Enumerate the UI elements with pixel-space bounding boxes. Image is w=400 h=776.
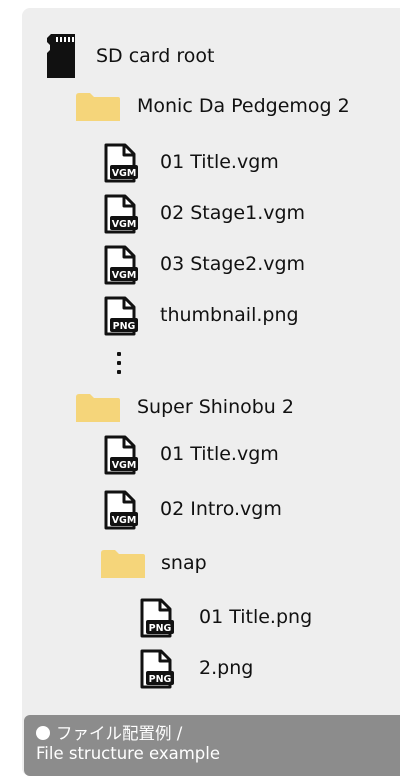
tree-item-folder: Super Shinobu 2 — [137, 392, 294, 422]
svg-text:VGM: VGM — [112, 219, 137, 230]
sd-card-icon — [47, 34, 75, 78]
file-label: 2.png — [199, 657, 254, 679]
folder-label: Monic Da Pedgemog 2 — [137, 95, 350, 117]
png-file-icon: PNG — [139, 598, 175, 638]
more-items-ellipsis — [117, 352, 121, 374]
file-label: thumbnail.png — [160, 304, 299, 326]
caption-line-1: ファイル配置例 / — [36, 724, 400, 744]
caption-line-2: File structure example — [36, 744, 220, 763]
tree-item-file: 01 Title.vgm — [160, 439, 279, 469]
vgm-file-icon: VGM — [103, 194, 139, 234]
svg-text:PNG: PNG — [149, 623, 172, 634]
tree-item-file: 2.png — [199, 653, 253, 683]
tree-item-file: 02 Intro.vgm — [160, 494, 282, 524]
bullet-icon — [36, 726, 50, 740]
file-label: 03 Stage2.vgm — [160, 253, 306, 275]
svg-text:VGM: VGM — [112, 270, 137, 281]
folder-icon — [75, 393, 121, 423]
vgm-file-icon: VGM — [103, 435, 139, 475]
png-file-icon: PNG — [139, 649, 175, 689]
tree-item-file: 01 Title.vgm — [160, 147, 279, 177]
vgm-file-icon: VGM — [103, 490, 139, 530]
file-label: 02 Intro.vgm — [160, 498, 282, 520]
folder-icon — [75, 92, 121, 122]
svg-text:PNG: PNG — [149, 674, 172, 685]
file-label: 01 Title.vgm — [160, 151, 279, 173]
caption-box: ファイル配置例 / File structure example — [24, 715, 400, 776]
tree-item-subfolder: snap — [161, 548, 207, 578]
file-label: 01 Title.png — [199, 606, 313, 628]
file-label: 02 Stage1.vgm — [160, 202, 306, 224]
root-label: SD card root — [96, 45, 215, 67]
tree-item-folder: Monic Da Pedgemog 2 — [137, 91, 350, 121]
tree-item-file: 01 Title.png — [199, 602, 312, 632]
folder-label: snap — [161, 552, 207, 574]
tree-item-file: thumbnail.png — [160, 300, 299, 330]
folder-label: Super Shinobu 2 — [137, 396, 294, 418]
svg-text:VGM: VGM — [112, 460, 137, 471]
png-file-icon: PNG — [103, 296, 139, 336]
svg-text:VGM: VGM — [112, 515, 137, 526]
vgm-file-icon: VGM — [103, 143, 139, 183]
folder-icon — [100, 549, 146, 579]
svg-text:VGM: VGM — [112, 168, 137, 179]
svg-text:PNG: PNG — [113, 321, 136, 332]
caption-title: ファイル配置例 / — [56, 724, 183, 743]
tree-item-file: 02 Stage1.vgm — [160, 198, 305, 228]
file-label: 01 Title.vgm — [160, 443, 279, 465]
tree-item-file: 03 Stage2.vgm — [160, 249, 305, 279]
tree-item-root: SD card root — [96, 41, 215, 71]
vgm-file-icon: VGM — [103, 245, 139, 285]
